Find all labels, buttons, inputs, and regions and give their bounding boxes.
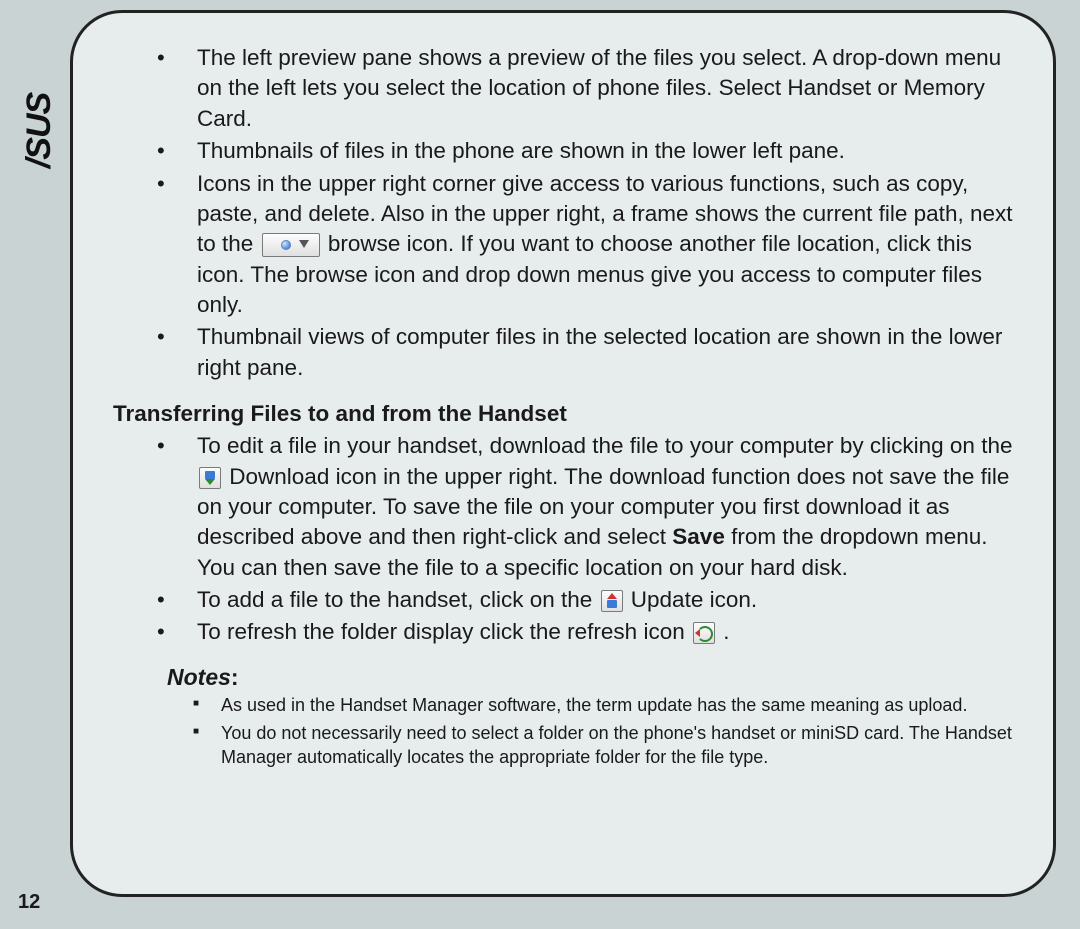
update-icon — [601, 590, 623, 612]
manual-page: /SUS 12 The left preview pane shows a pr… — [0, 0, 1080, 929]
transfer-list: To edit a file in your handset, download… — [127, 431, 1013, 648]
text-fragment: . — [723, 619, 729, 644]
browse-icon — [262, 233, 320, 257]
notes-heading: Notes: — [167, 664, 1013, 691]
note-item: You do not necessarily need to select a … — [177, 721, 1013, 770]
notes-list: As used in the Handset Manager software,… — [177, 693, 1013, 770]
list-item: The left preview pane shows a preview of… — [127, 43, 1013, 134]
text-fragment: To edit a file in your handset, download… — [197, 433, 1012, 458]
bold-save: Save — [672, 524, 725, 549]
text-fragment: To add a file to the handset, click on t… — [197, 587, 599, 612]
list-item: Thumbnails of files in the phone are sho… — [127, 136, 1013, 166]
colon: : — [231, 664, 239, 690]
text-fragment: Update icon. — [631, 587, 757, 612]
brand-logo: /SUS — [20, 50, 60, 210]
list-item: Thumbnail views of computer files in the… — [127, 322, 1013, 383]
section-heading: Transferring Files to and from the Hands… — [113, 401, 1013, 427]
list-item: To add a file to the handset, click on t… — [127, 585, 1013, 615]
text-fragment: To refresh the folder display click the … — [197, 619, 691, 644]
content-panel: The left preview pane shows a preview of… — [70, 10, 1056, 897]
intro-list: The left preview pane shows a preview of… — [127, 43, 1013, 383]
list-item: Icons in the upper right corner give acc… — [127, 169, 1013, 321]
brand-text: /SUS — [21, 92, 60, 167]
list-item: To edit a file in your handset, download… — [127, 431, 1013, 583]
list-item: To refresh the folder display click the … — [127, 617, 1013, 647]
refresh-icon — [693, 622, 715, 644]
notes-label: Notes — [167, 664, 231, 690]
note-item: As used in the Handset Manager software,… — [177, 693, 1013, 717]
download-icon — [199, 467, 221, 489]
page-number: 12 — [18, 891, 40, 914]
